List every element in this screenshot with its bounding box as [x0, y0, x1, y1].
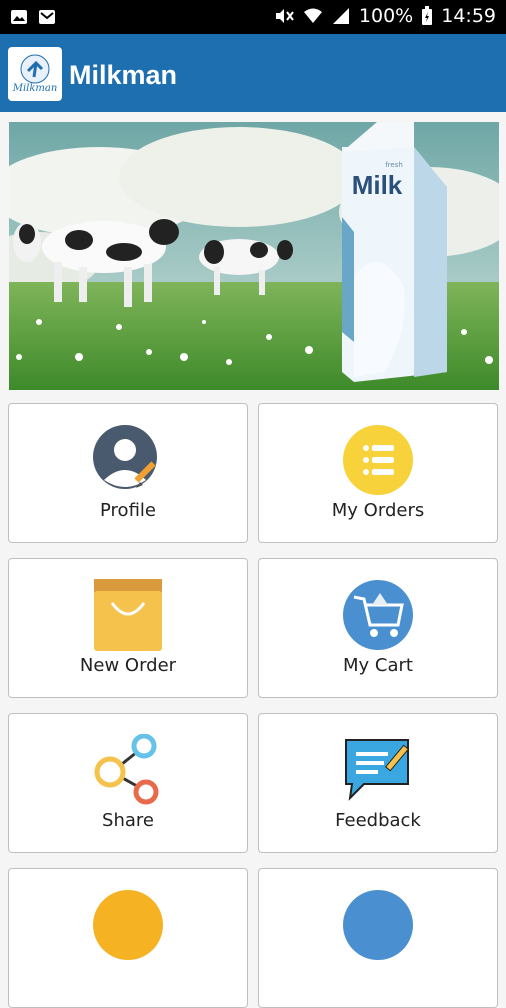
menu-card-my-cart[interactable]: My Cart: [258, 558, 498, 698]
menu-card-new-order[interactable]: New Order: [8, 558, 248, 698]
image-notification-icon: [11, 10, 27, 24]
share-icon: [94, 734, 159, 805]
milk-banner-illustration: Milk fresh: [9, 122, 499, 390]
cart-icon: [343, 580, 413, 650]
menu-card-feedback[interactable]: Feedback: [258, 713, 498, 853]
menu-card-share[interactable]: Share: [8, 713, 248, 853]
signal-icon: [332, 8, 349, 24]
menu-label-feedback: Feedback: [335, 810, 421, 831]
status-bar: 100% 14:59: [0, 0, 506, 34]
menu-label-new-order: New Order: [79, 655, 177, 676]
app-title: Milkman: [69, 60, 178, 90]
mail-notification-icon: [39, 10, 55, 24]
milkman-logo-icon: Milkman: [12, 54, 58, 94]
menu-card-my-orders[interactable]: My Orders: [258, 403, 498, 543]
menu-label-my-orders: My Orders: [331, 500, 425, 521]
feedback-icon: [345, 739, 410, 801]
mute-icon: [275, 9, 294, 23]
shopping-bag-icon: [94, 579, 162, 651]
menu-label-my-cart: My Cart: [343, 655, 413, 676]
menu-label-share: Share: [102, 810, 154, 831]
battery-percent: 100%: [358, 5, 414, 27]
menu-card-partial-left[interactable]: [8, 868, 248, 1008]
profile-icon: [93, 425, 157, 489]
carton-milk-text: Milk: [352, 170, 403, 200]
app-bar: Milkman Milkman: [0, 34, 506, 112]
svg-text:Milkman: Milkman: [12, 83, 58, 94]
list-icon: [343, 425, 413, 495]
clock: 14:59: [441, 5, 496, 27]
menu-label-profile: Profile: [100, 500, 156, 521]
banner-image: Milk fresh: [9, 122, 499, 390]
menu-card-profile[interactable]: Profile: [8, 403, 248, 543]
menu-card-partial-right[interactable]: [258, 868, 498, 1008]
wifi-icon: [303, 8, 322, 23]
carton-fresh-text: fresh: [385, 161, 403, 169]
app-logo: Milkman: [8, 47, 62, 101]
battery-icon: [422, 6, 433, 25]
